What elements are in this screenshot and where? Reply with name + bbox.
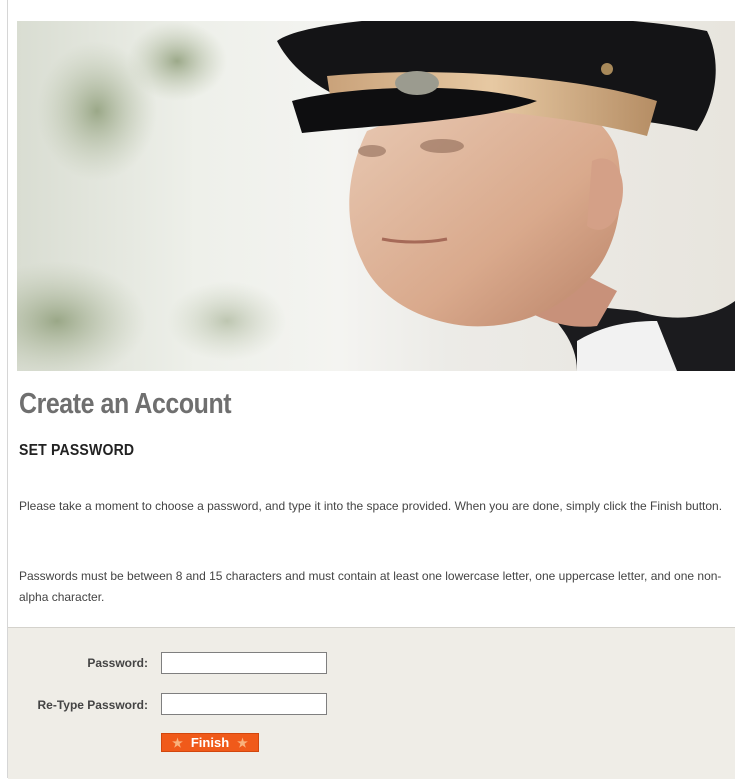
finish-button[interactable]: ★ Finish ★ [161,733,259,752]
password-label: Password: [87,656,148,670]
instructions-text: Please take a moment to choose a passwor… [19,499,723,513]
page-title: Create an Account [19,388,232,420]
password-input[interactable] [161,652,327,674]
hero-image [17,21,735,371]
star-icon: ★ [237,735,248,750]
retype-password-label: Re-Type Password: [37,698,148,712]
password-rules-text: Passwords must be between 8 and 15 chara… [19,569,722,604]
finish-button-label: Finish [190,735,230,750]
star-icon: ★ [172,735,183,750]
retype-password-input[interactable] [161,693,327,715]
section-title: SET PASSWORD [19,442,135,459]
